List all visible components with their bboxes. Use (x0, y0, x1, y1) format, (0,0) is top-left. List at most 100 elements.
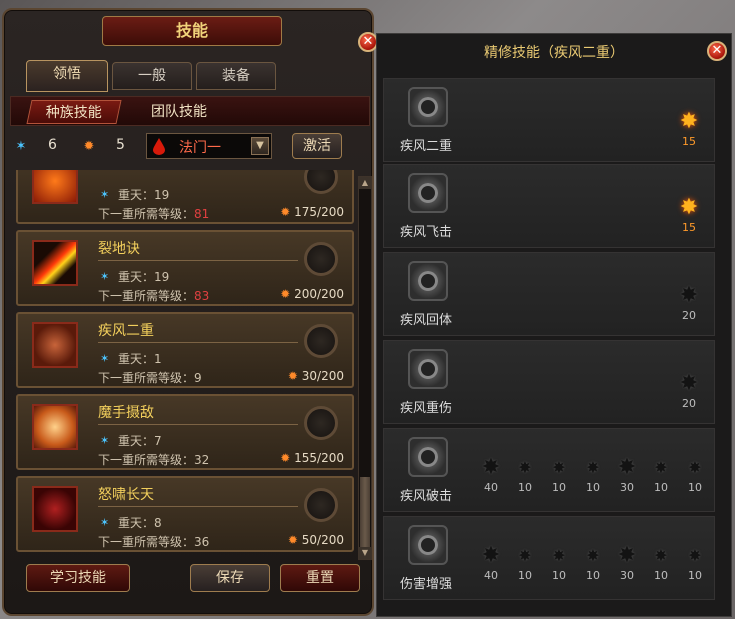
skill-level: 重天：8 (118, 516, 162, 530)
refine-star[interactable]: ✸ 10 (544, 543, 574, 582)
star-cost: 30 (620, 481, 634, 494)
refine-row[interactable]: 疾风回体 ✸ 20 (383, 252, 715, 336)
skill-name: 疾风二重 (98, 323, 154, 339)
refine-star[interactable]: ✸ 10 (510, 455, 540, 494)
refine-star[interactable]: ✸ 30 (612, 543, 642, 582)
star-point-value: 6 (48, 137, 57, 153)
skill-emblem-icon (408, 261, 448, 301)
refine-star[interactable]: ✸ 15 (674, 195, 704, 234)
list-item[interactable]: 裂地诀 ✶ 重天：19 下一重所需等级：83 ✹ 200/200 (16, 230, 354, 306)
subtab-race-skills[interactable]: 种族技能 (26, 100, 122, 124)
list-item[interactable]: ✶ 重天：19 下一重所需等级：81 ✹ 175/200 (16, 170, 354, 224)
lit-star-icon: ✸ (679, 109, 699, 134)
points-row: ✶ 6 ✹ 5 法门一 ▼ 激活 (14, 132, 370, 164)
star-point-icon: ✶ (100, 188, 110, 201)
skill-emblem-icon (408, 173, 448, 213)
subtab-team-skills[interactable]: 团队技能 (139, 100, 219, 124)
skill-level: 重天：7 (118, 434, 162, 448)
refine-row[interactable]: 疾风破击 ✸ 40 ✸ 10 ✸ 10 ✸ 10 ✸ 30 ✸ 10 ✸ 10 (383, 428, 715, 512)
star-cost: 10 (586, 481, 600, 494)
skill-list-scrollbar[interactable]: ▲ ▼ (358, 176, 372, 560)
refine-star[interactable]: ✸ 40 (476, 455, 506, 494)
palm-skill-icon (32, 404, 78, 450)
close-icon[interactable]: ✕ (358, 32, 378, 52)
dark-star-icon: ✸ (617, 543, 637, 568)
refine-row[interactable]: 疾风二重 ✸ 15 (383, 78, 715, 162)
learn-skill-button[interactable]: 学习技能 (26, 564, 130, 592)
refine-star[interactable]: ✸ 10 (544, 455, 574, 494)
subtab-bar: 种族技能 团队技能 (10, 96, 370, 126)
star-cost: 10 (654, 569, 668, 582)
skill-points: ✹ 155/200 (280, 451, 344, 465)
skill-slot-knob[interactable] (304, 170, 338, 194)
star-cost: 10 (688, 569, 702, 582)
save-button[interactable]: 保存 (190, 564, 270, 592)
skill-slot-knob[interactable] (304, 488, 338, 522)
star-cost: 40 (484, 481, 498, 494)
refine-star[interactable]: ✸ 40 (476, 543, 506, 582)
skill-requirement: 下一重所需等级：9 (98, 371, 202, 385)
refine-skill-name: 伤害增强 (400, 577, 453, 592)
skill-slot-knob[interactable] (304, 324, 338, 358)
dark-star-icon: ✸ (481, 543, 501, 568)
refine-skill-name: 疾风飞击 (400, 225, 453, 240)
tab-equip[interactable]: 装备 (196, 62, 276, 90)
reset-button[interactable]: 重置 (280, 564, 360, 592)
tab-comprehend[interactable]: 领悟 (26, 60, 108, 92)
refine-star[interactable]: ✸ 15 (674, 109, 704, 148)
method-select-value: 法门一 (179, 140, 221, 156)
skill-slot-knob[interactable] (304, 242, 338, 276)
fire-point-icon: ✹ (83, 139, 95, 154)
refine-star[interactable]: ✸ 10 (680, 543, 710, 582)
scroll-down-icon[interactable]: ▼ (359, 547, 371, 559)
divider (98, 506, 298, 507)
refine-star[interactable]: ✸ 10 (680, 455, 710, 494)
star-cost: 10 (518, 481, 532, 494)
game-background: 技能 ✕ 领悟 一般 装备 种族技能 团队技能 ✶ 6 ✹ 5 法门一 ▼ 激活 (0, 0, 735, 619)
refine-star[interactable]: ✸ 20 (674, 283, 704, 322)
refine-star[interactable]: ✸ 10 (578, 543, 608, 582)
skill-points: ✹ 50/200 (287, 533, 344, 547)
refine-title: 精修技能（疾风二重） (484, 45, 624, 61)
skill-requirement: 下一重所需等级：36 (98, 535, 210, 549)
refine-star[interactable]: ✸ 10 (510, 543, 540, 582)
refine-skill-name: 疾风重伤 (400, 401, 453, 416)
skill-level: 重天：19 (118, 270, 170, 284)
slash-skill-icon (32, 240, 78, 286)
refine-star[interactable]: ✸ 30 (612, 455, 642, 494)
refine-star[interactable]: ✸ 10 (646, 455, 676, 494)
scroll-thumb[interactable] (360, 477, 370, 547)
method-select[interactable]: 法门一 ▼ (146, 133, 272, 159)
star-point-icon: ✶ (100, 434, 110, 447)
skill-requirement: 下一重所需等级：81 (98, 207, 210, 221)
refine-row[interactable]: 疾风飞击 ✸ 15 (383, 164, 715, 248)
refine-star[interactable]: ✸ 10 (578, 455, 608, 494)
list-item[interactable]: 疾风二重 ✶ 重天：1 下一重所需等级：9 ✹ 30/200 (16, 312, 354, 388)
refine-star[interactable]: ✸ 10 (646, 543, 676, 582)
dark-star-icon: ✸ (586, 458, 600, 477)
skill-emblem-icon (408, 349, 448, 389)
scroll-up-icon[interactable]: ▲ (359, 177, 371, 189)
star-cost: 10 (552, 569, 566, 582)
close-icon[interactable]: ✕ (707, 41, 727, 61)
refine-row[interactable]: 疾风重伤 ✸ 20 (383, 340, 715, 424)
skill-list: ✶ 重天：19 下一重所需等级：81 ✹ 175/200 裂地诀 ✶ 重天：19… (12, 170, 356, 560)
star-cost: 15 (682, 221, 696, 234)
dark-star-icon: ✸ (481, 455, 501, 480)
refine-star[interactable]: ✸ 20 (674, 371, 704, 410)
refine-skill-name: 疾风回体 (400, 313, 453, 328)
list-item[interactable]: 魔手摄敌 ✶ 重天：7 下一重所需等级：32 ✹ 155/200 (16, 394, 354, 470)
star-cost: 20 (682, 309, 696, 322)
skill-name: 魔手摄敌 (98, 405, 154, 421)
tab-general[interactable]: 一般 (112, 62, 192, 90)
star-point-icon: ✶ (100, 352, 110, 365)
skill-slot-knob[interactable] (304, 406, 338, 440)
refine-row[interactable]: 伤害增强 ✸ 40 ✸ 10 ✸ 10 ✸ 10 ✸ 30 ✸ 10 ✸ 10 (383, 516, 715, 600)
skill-points: ✹ 175/200 (280, 205, 344, 219)
skill-emblem-icon (408, 525, 448, 565)
divider (98, 260, 298, 261)
star-cost: 20 (682, 397, 696, 410)
list-item[interactable]: 怒啸长天 ✶ 重天：8 下一重所需等级：36 ✹ 50/200 (16, 476, 354, 552)
chevron-down-icon[interactable]: ▼ (251, 137, 269, 155)
activate-button[interactable]: 激活 (292, 133, 342, 159)
